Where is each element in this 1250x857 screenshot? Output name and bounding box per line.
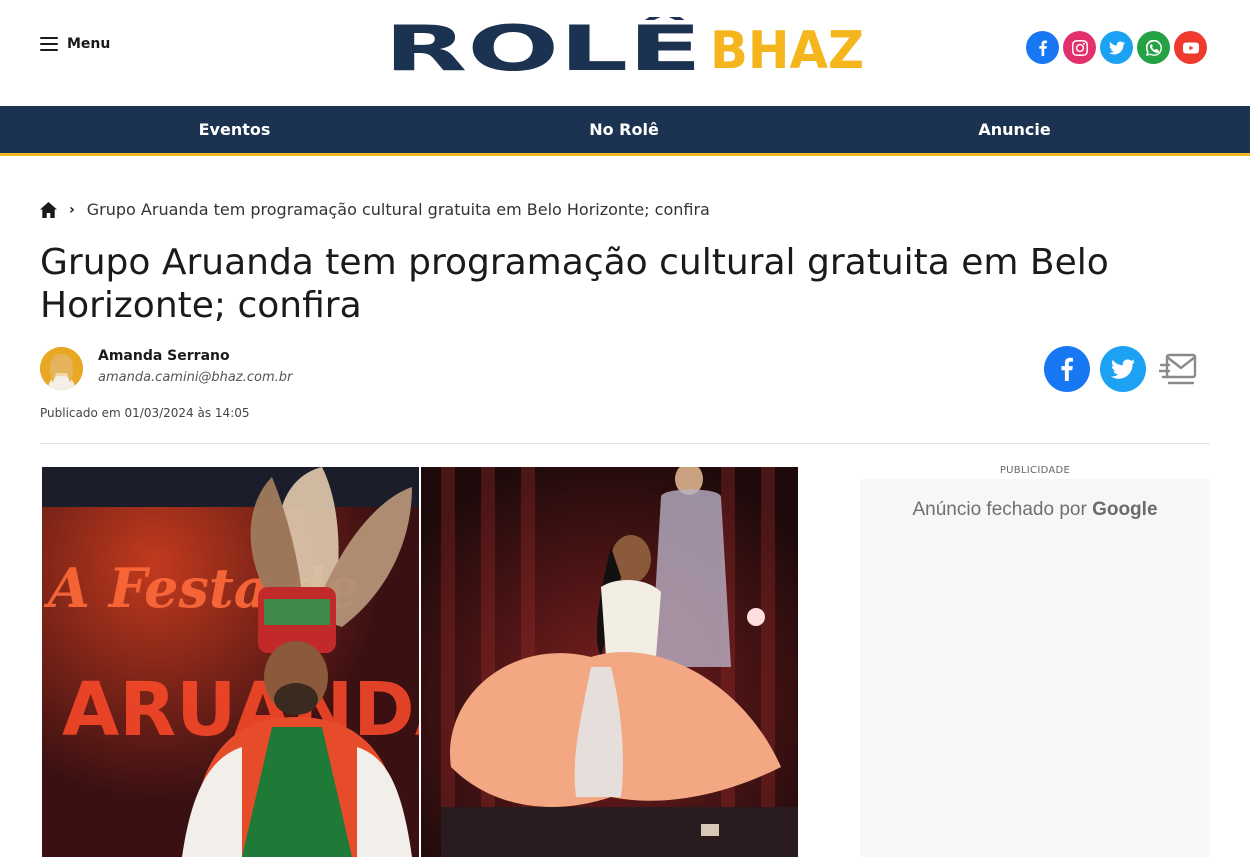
photo-dancer-costume: A Festa de ARUANDA <box>42 467 419 857</box>
ad-label: PUBLICIDADE <box>999 465 1071 476</box>
logo-text-bhaz: BHAZ <box>710 21 864 75</box>
youtube-icon[interactable] <box>1174 31 1207 64</box>
home-icon[interactable] <box>40 201 57 218</box>
article-title: Grupo Aruanda tem programação cultural g… <box>40 242 1109 326</box>
whatsapp-icon[interactable] <box>1137 31 1170 64</box>
published-date: Publicado em 01/03/2024 às 14:05 <box>40 406 250 420</box>
social-links <box>1026 31 1207 64</box>
facebook-icon[interactable] <box>1026 31 1059 64</box>
twitter-icon[interactable] <box>1100 31 1133 64</box>
site-header: Menu ROLÊ BHAZ <box>0 0 1250 106</box>
logo-text-role: ROLÊ <box>384 17 702 75</box>
share-twitter-icon[interactable] <box>1100 346 1146 392</box>
divider <box>40 443 1210 444</box>
instagram-icon[interactable] <box>1063 31 1096 64</box>
photo-dancer-skirt <box>421 467 798 857</box>
ad-closed-text: Anúncio fechado por <box>912 499 1087 520</box>
google-logo: Google <box>1092 499 1158 520</box>
share-facebook-icon[interactable] <box>1044 346 1090 392</box>
share-buttons <box>1044 346 1202 392</box>
author-avatar <box>40 347 83 390</box>
main-nav: Eventos No Rolê Anuncie <box>0 106 1250 156</box>
nav-item-anuncie[interactable]: Anuncie <box>779 106 1250 153</box>
author-email[interactable]: amanda.camini@bhaz.com.br <box>98 370 292 385</box>
menu-button[interactable]: Menu <box>40 36 110 52</box>
site-logo[interactable]: ROLÊ BHAZ <box>384 17 866 75</box>
ad-slot[interactable]: Anúncio fechado por Google <box>860 479 1210 857</box>
article-featured-image: A Festa de ARUANDA <box>42 467 798 857</box>
author-name[interactable]: Amanda Serrano <box>98 348 230 364</box>
breadcrumb-current[interactable]: Grupo Aruanda tem programação cultural g… <box>87 200 710 219</box>
hamburger-icon <box>40 37 58 51</box>
nav-item-no-role[interactable]: No Rolê <box>469 106 779 153</box>
share-email-icon[interactable] <box>1156 346 1202 392</box>
nav-item-eventos[interactable]: Eventos <box>0 106 469 153</box>
breadcrumb: › Grupo Aruanda tem programação cultural… <box>40 200 710 219</box>
menu-label: Menu <box>67 36 111 52</box>
ad-closed-message: Anúncio fechado por Google <box>860 499 1210 521</box>
chevron-right-icon: › <box>69 201 75 218</box>
